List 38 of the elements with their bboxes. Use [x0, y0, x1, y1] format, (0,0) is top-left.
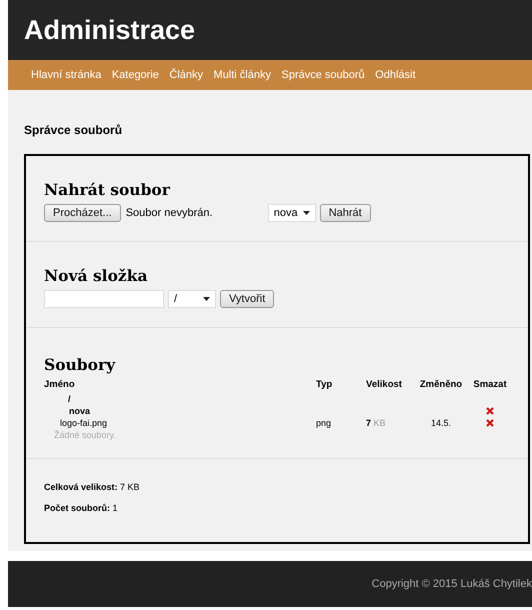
nav-link[interactable]: Odhlásit [375, 69, 416, 81]
browse-button[interactable]: Procházet... [44, 204, 121, 222]
column-header: Velikost [365, 378, 403, 392]
column-header: Typ [316, 378, 334, 392]
nav-link[interactable]: Multi články [214, 69, 271, 81]
table-cell-text: logo-fai.png [59, 418, 108, 428]
delete-icon[interactable] [486, 407, 494, 415]
caret-icon [203, 297, 210, 301]
nav-link[interactable]: Články [169, 69, 204, 81]
column-header: Smazat [472, 378, 508, 392]
table-cell-text: / [67, 394, 72, 404]
create-button[interactable]: Vytvořit [220, 290, 274, 308]
upload-button[interactable]: Nahrát [320, 204, 371, 222]
file-size: 7 [366, 418, 372, 428]
summary-text: Celková velikost: 7 KB [44, 482, 141, 492]
table-cell-text: png [316, 418, 332, 428]
copyright-text: Copyright © 2015 Lukáš Chytilek [372, 578, 532, 590]
section-title: Nahrát soubor [44, 180, 172, 199]
summary-text: Počet souborů: 1 [44, 503, 119, 513]
table-cell-text: 14.5. [430, 418, 452, 428]
dropdown[interactable]: / [168, 290, 216, 308]
column-header: Jméno [44, 378, 76, 392]
nav-link[interactable]: Správce souborů [282, 69, 365, 81]
file-status: Soubor nevybrán. [126, 207, 214, 219]
table-cell-text: nova [68, 406, 92, 416]
caret-icon [302, 211, 310, 215]
section-title: Nová složka [44, 266, 148, 285]
site-title: Administrace [24, 14, 196, 46]
section-title: Soubory [44, 355, 116, 374]
delete-icon[interactable] [486, 419, 494, 427]
page-title: Správce souborů [24, 123, 124, 137]
folder-name-field[interactable] [44, 290, 164, 308]
nav-link[interactable]: Kategorie [112, 69, 159, 81]
dropdown[interactable]: nova [268, 204, 316, 222]
size-unit: KB [374, 418, 386, 428]
column-header: Změněno [418, 378, 464, 392]
empty-message: Žádné soubory. [53, 430, 117, 440]
nav-link[interactable]: Hlavní stránka [31, 69, 102, 81]
